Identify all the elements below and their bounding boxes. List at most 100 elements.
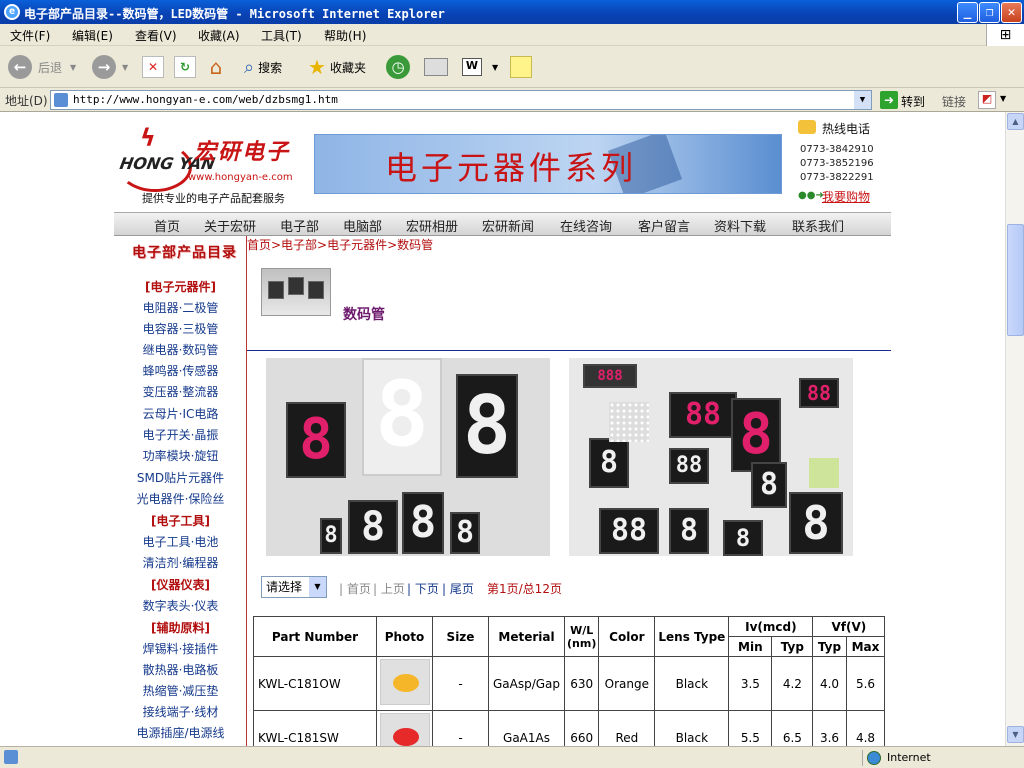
address-input[interactable]: http://www.hongyan-e.com/web/dzbsmg1.htm… bbox=[50, 90, 872, 110]
window-title: 电子部产品目录--数码管，LED数码管 - Microsoft Internet… bbox=[24, 7, 445, 21]
edit-dropdown-icon[interactable]: ▼ bbox=[492, 63, 498, 72]
pager-next[interactable]: | 下页 bbox=[407, 580, 439, 597]
edit-button[interactable]: W ▼ bbox=[462, 53, 498, 81]
sidebar-item[interactable]: 功率模块·旋钮 bbox=[114, 447, 247, 464]
sidebar-item[interactable]: 继电器·数码管 bbox=[114, 341, 247, 358]
sidebar-category[interactable]: [仪器仪表] bbox=[114, 576, 247, 593]
nav-download[interactable]: 资料下载 bbox=[714, 216, 766, 235]
home-button[interactable]: ⌂ bbox=[204, 53, 228, 81]
favorites-button[interactable]: ★ 收藏夹 bbox=[308, 53, 366, 81]
links-icon[interactable]: ◩ bbox=[978, 91, 996, 109]
nav-contact[interactable]: 联系我们 bbox=[792, 216, 844, 235]
sidebar-category[interactable]: [电子工具] bbox=[114, 512, 247, 529]
cell-lens: Black bbox=[654, 656, 730, 711]
header-banner: 电子元器件系列 bbox=[314, 134, 782, 194]
sidebar-item[interactable]: 电容器·三极管 bbox=[114, 320, 247, 337]
sidebar-item[interactable]: 热缩管·减压垫 bbox=[114, 682, 247, 699]
scroll-up-icon[interactable]: ▲ bbox=[1007, 113, 1024, 130]
links-button[interactable]: 链接 bbox=[942, 93, 966, 110]
nav-consult[interactable]: 在线咨询 bbox=[560, 216, 612, 235]
history-icon: ◷ bbox=[386, 55, 410, 79]
cell-vf-max: 5.6 bbox=[845, 656, 886, 711]
scroll-down-icon[interactable]: ▼ bbox=[1007, 726, 1024, 743]
sidebar-item[interactable]: 接线端子·线材 bbox=[114, 703, 247, 720]
cell-photo bbox=[376, 710, 433, 746]
go-arrow-icon[interactable]: ➜ bbox=[880, 91, 898, 109]
web-content: ϟ HONG YAN 宏研电子 www.hongyan-e.com 提供专业的电… bbox=[0, 112, 1005, 746]
spec-table: Part Number Photo Size Meterial W/L (nm)… bbox=[253, 616, 886, 746]
discuss-button[interactable] bbox=[510, 53, 532, 81]
select-dropdown-icon[interactable]: ▼ bbox=[309, 577, 326, 597]
nav-computer[interactable]: 电脑部 bbox=[343, 216, 382, 235]
th-material: Meterial bbox=[488, 616, 565, 657]
menu-help[interactable]: 帮助(H) bbox=[324, 27, 366, 44]
links-dropdown-icon[interactable]: ▼ bbox=[1000, 94, 1006, 103]
sidebar-category[interactable]: [电子元器件] bbox=[114, 278, 247, 295]
close-button[interactable]: ✕ bbox=[1001, 2, 1022, 23]
refresh-button[interactable]: ↻ bbox=[174, 53, 196, 81]
breadcrumb[interactable]: 首页>电子部>电子元器件>数码管 bbox=[247, 236, 433, 253]
forward-button[interactable]: → ▼ bbox=[92, 53, 128, 81]
nav-home[interactable]: 首页 bbox=[154, 216, 180, 235]
sidebar-item[interactable]: 电子工具·电池 bbox=[114, 533, 247, 550]
sidebar-item[interactable]: 光电器件·保险丝 bbox=[114, 490, 247, 507]
sidebar-item[interactable]: 散热器·电路板 bbox=[114, 661, 247, 678]
sidebar-item[interactable]: 云母片·IC电路 bbox=[114, 405, 247, 422]
sidebar-item[interactable]: 蜂鸣器·传感器 bbox=[114, 362, 247, 379]
site-logo[interactable]: ϟ HONG YAN 宏研电子 www.hongyan-e.com 提供专业的电… bbox=[118, 124, 308, 205]
buy-link[interactable]: 我要购物 bbox=[822, 188, 870, 205]
sidebar-item[interactable]: 变压器·整流器 bbox=[114, 383, 247, 400]
sidebar-item[interactable]: 电子开关·晶振 bbox=[114, 426, 247, 443]
menu-edit[interactable]: 编辑(E) bbox=[72, 27, 113, 44]
nav-electronics[interactable]: 电子部 bbox=[280, 216, 319, 235]
menu-favorites[interactable]: 收藏(A) bbox=[198, 27, 240, 44]
stop-icon: ✕ bbox=[142, 56, 164, 78]
page-select[interactable]: 请选择 ▼ bbox=[261, 576, 327, 598]
product-photo: 8 8 8 8 8 8 8 bbox=[266, 358, 550, 556]
minimize-button[interactable]: _ bbox=[957, 2, 978, 23]
led-dot bbox=[392, 674, 419, 692]
stop-button[interactable]: ✕ bbox=[142, 53, 164, 81]
go-button[interactable]: 转到 bbox=[901, 93, 925, 110]
back-button[interactable]: ← 后退 ▼ bbox=[8, 53, 76, 81]
mail-button[interactable] bbox=[424, 53, 448, 81]
vertical-scrollbar[interactable]: ▲ ▼ bbox=[1005, 112, 1024, 746]
sidebar-item[interactable]: 数字表头·仪表 bbox=[114, 597, 247, 614]
cell-material: GaA1As bbox=[488, 710, 565, 746]
scroll-thumb[interactable] bbox=[1007, 224, 1024, 336]
sidebar-item[interactable]: 电源插座/电源线 bbox=[114, 724, 247, 741]
pager-last[interactable]: | 尾页 bbox=[442, 580, 474, 597]
nav-album[interactable]: 宏研相册 bbox=[406, 216, 458, 235]
back-dropdown-icon[interactable]: ▼ bbox=[70, 63, 76, 72]
forward-dropdown-icon[interactable]: ▼ bbox=[122, 63, 128, 72]
note-icon bbox=[510, 56, 532, 78]
sidebar-item[interactable]: SMD贴片元器件 bbox=[114, 469, 247, 486]
phone-number: 0773-3852196 bbox=[800, 158, 874, 169]
phone-icon bbox=[798, 120, 816, 134]
cell-vf-max: 4.8 bbox=[845, 710, 886, 746]
banner-text: 电子元器件系列 bbox=[385, 149, 638, 187]
th-max: Max bbox=[845, 636, 886, 657]
sidebar-item[interactable]: 焊锡料·接插件 bbox=[114, 640, 247, 657]
address-dropdown-icon[interactable]: ▼ bbox=[854, 91, 871, 109]
sidebar-item[interactable]: 电阻器·二极管 bbox=[114, 299, 247, 316]
menu-view[interactable]: 查看(V) bbox=[135, 27, 177, 44]
pager-first[interactable]: | 首页 bbox=[339, 580, 371, 597]
address-bar: 地址(D) http://www.hongyan-e.com/web/dzbsm… bbox=[0, 88, 1024, 112]
search-button[interactable]: ⌕ 搜索 bbox=[244, 53, 282, 81]
history-button[interactable]: ◷ bbox=[386, 53, 410, 81]
sidebar-category[interactable]: [辅助原料] bbox=[114, 619, 247, 636]
sidebar-item[interactable]: 清洁剂·编程器 bbox=[114, 554, 247, 571]
th-color: Color bbox=[598, 616, 656, 657]
maximize-button[interactable]: ❐ bbox=[979, 2, 1000, 23]
led-photo bbox=[379, 659, 430, 705]
nav-about[interactable]: 关于宏研 bbox=[204, 216, 256, 235]
th-photo: Photo bbox=[376, 616, 433, 657]
phone-number: 0773-3822291 bbox=[800, 172, 874, 183]
table-row: KWL-C181SW - GaA1As 660 Red Black 5.5 6.… bbox=[253, 710, 886, 746]
pager-prev[interactable]: | 上页 bbox=[373, 580, 405, 597]
menu-file[interactable]: 文件(F) bbox=[10, 27, 50, 44]
nav-news[interactable]: 宏研新闻 bbox=[482, 216, 534, 235]
menu-tools[interactable]: 工具(T) bbox=[261, 27, 302, 44]
nav-message[interactable]: 客户留言 bbox=[638, 216, 690, 235]
